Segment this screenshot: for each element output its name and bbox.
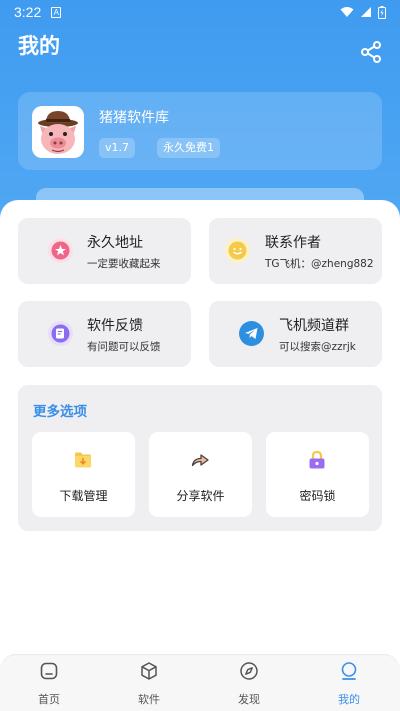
more-options-title: 更多选项 [33, 404, 87, 420]
tab-mine[interactable]: 我的 [319, 661, 379, 709]
share-arrow-icon [191, 454, 209, 467]
user-icon [341, 662, 357, 680]
option-label: 分享软件 [176, 489, 225, 503]
tile-subtitle: 一定要收藏起来 [87, 258, 161, 270]
tab-home[interactable]: 首页 [19, 661, 79, 709]
signal-icon [361, 7, 371, 17]
tile-subtitle: 可以搜索@zzrjk [279, 341, 356, 353]
notification-icon: A [51, 6, 62, 18]
telegram-icon [239, 321, 264, 346]
app-logo-pig [32, 106, 84, 158]
feedback-note-icon [48, 321, 73, 346]
bottom-tab-bar: 首页 软件 发现 我的 [0, 654, 400, 711]
license-badge: 永久免费1 [157, 138, 220, 158]
star-badge-icon [48, 238, 73, 263]
status-bar: 3:22 A [0, 0, 400, 24]
tab-label: 发现 [238, 693, 260, 706]
tile-subtitle: 有问题可以反馈 [87, 341, 161, 353]
home-icon [40, 662, 58, 680]
more-options-panel: 更多选项 下载管理 分享软件 密码锁 [18, 385, 382, 531]
tile-software-feedback[interactable]: 软件反馈 有问题可以反馈 [18, 301, 191, 367]
tab-label: 我的 [338, 693, 360, 706]
tile-subtitle: TG飞机：@zheng882 [265, 258, 374, 270]
option-label: 下载管理 [59, 489, 108, 503]
tab-label: 软件 [138, 693, 160, 706]
password-lock-button[interactable]: 密码锁 [266, 432, 369, 517]
smile-chat-icon [225, 238, 250, 263]
tile-title: 永久地址 [87, 235, 143, 251]
app-name: 猪猪软件库 [99, 110, 169, 126]
wifi-icon [340, 7, 354, 17]
compass-icon [240, 662, 258, 680]
status-time: 3:22 [14, 4, 42, 20]
app-info-card[interactable]: 猪猪软件库 v1.7 永久免费1 [18, 92, 382, 170]
tab-label: 首页 [38, 693, 60, 706]
option-label: 密码锁 [299, 489, 336, 503]
tile-title: 联系作者 [265, 235, 321, 251]
lock-icon [309, 450, 325, 469]
status-indicators [340, 5, 386, 19]
tile-contact-author[interactable]: 联系作者 TG飞机：@zheng882 [209, 218, 382, 284]
tile-title: 软件反馈 [87, 318, 143, 334]
page-title: 我的 [18, 34, 60, 58]
tab-software[interactable]: 软件 [119, 661, 179, 709]
battery-icon [378, 5, 386, 19]
tab-discover[interactable]: 发现 [219, 661, 279, 709]
tile-permanent-address[interactable]: 永久地址 一定要收藏起来 [18, 218, 191, 284]
share-icon [361, 41, 381, 63]
share-software-button[interactable]: 分享软件 [149, 432, 252, 517]
cube-icon [141, 662, 157, 680]
tile-title: 飞机频道群 [279, 318, 349, 334]
tile-telegram-channel[interactable]: 飞机频道群 可以搜索@zzrjk [209, 301, 382, 367]
share-button[interactable] [359, 40, 383, 64]
version-badge: v1.7 [99, 138, 136, 158]
download-manager-button[interactable]: 下载管理 [32, 432, 135, 517]
download-folder-icon [75, 452, 91, 468]
